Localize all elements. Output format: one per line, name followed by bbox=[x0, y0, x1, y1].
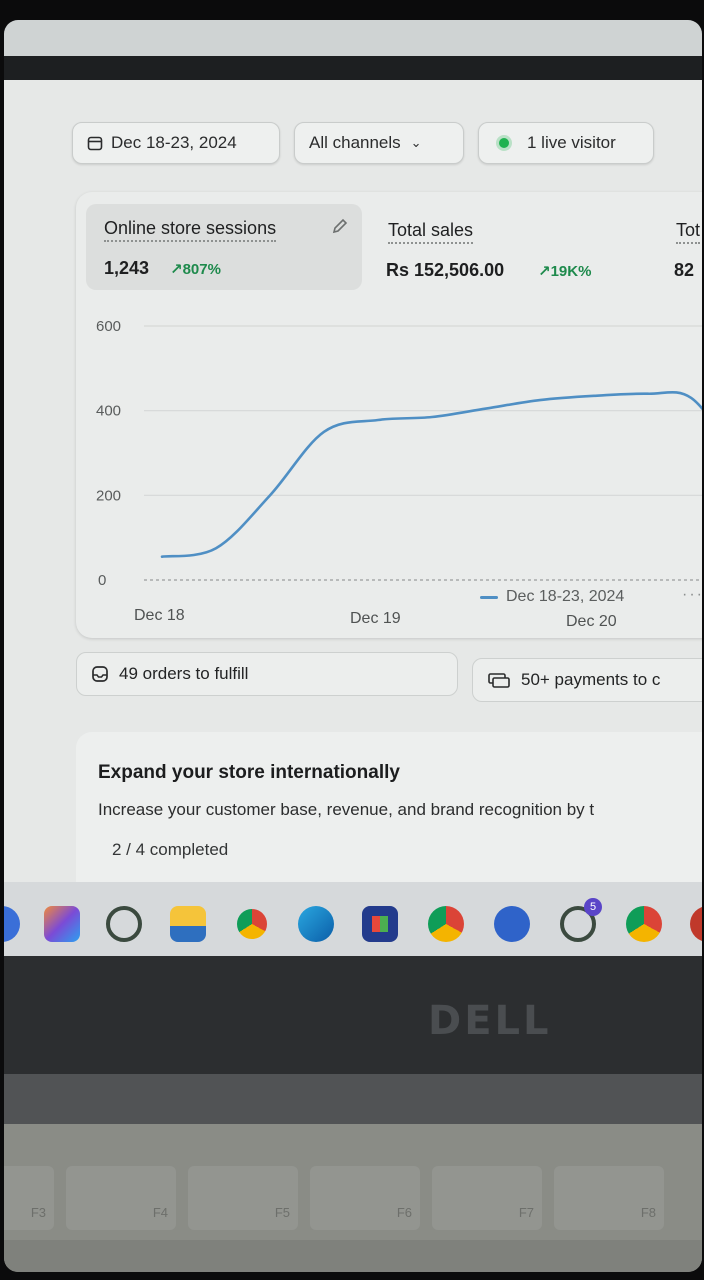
copilot-icon[interactable] bbox=[44, 906, 80, 942]
key-f5: F5 bbox=[188, 1166, 298, 1230]
expand-internationally-card[interactable]: Expand your store internationally Increa… bbox=[76, 732, 702, 900]
x-tick-label: Dec 18 bbox=[134, 607, 185, 624]
live-visitor-button[interactable]: 1 live visitor bbox=[478, 122, 654, 164]
date-range-label: Dec 18-23, 2024 bbox=[111, 133, 237, 152]
laptop-hinge bbox=[4, 1074, 702, 1130]
chevron-down-icon: ⌄ bbox=[410, 135, 422, 150]
edge-icon[interactable] bbox=[298, 906, 334, 942]
key-f6: F6 bbox=[310, 1166, 420, 1230]
x-tick-label: Dec 20 bbox=[566, 613, 617, 630]
live-dot-icon bbox=[499, 138, 509, 148]
chrome-profile-icon[interactable] bbox=[428, 906, 464, 942]
photo-frame: Dec 18-23, 2024 All channels ⌄ 1 live vi… bbox=[4, 20, 702, 1272]
y-tick-label: 0 bbox=[98, 572, 106, 589]
sessions-line-chart: 0 200 400 600 Dec 18 Dec 19 Dec 20 bbox=[96, 318, 702, 630]
start-icon[interactable] bbox=[4, 906, 20, 942]
live-visitor-label: 1 live visitor bbox=[527, 133, 616, 152]
orders-label: 49 orders to fulfill bbox=[119, 664, 249, 683]
legend-comparison-icon: ··· bbox=[682, 586, 702, 603]
store-icon[interactable] bbox=[362, 906, 398, 942]
chrome-blue-icon[interactable] bbox=[494, 906, 530, 942]
x-tick-label: Dec 19 bbox=[350, 610, 401, 627]
laptop-keyboard: F3 F4 F5 F6 F7 F8 bbox=[4, 1124, 702, 1272]
notification-badge: 5 bbox=[584, 898, 602, 916]
chrome-icon[interactable] bbox=[234, 906, 270, 942]
payments-label: 50+ payments to c bbox=[521, 670, 661, 689]
metrics-card: Online store sessions 1,243 ↗807% Total … bbox=[76, 192, 702, 638]
y-tick-label: 600 bbox=[96, 318, 121, 335]
calendar-icon bbox=[87, 136, 103, 151]
overflow-app-icon[interactable] bbox=[690, 906, 702, 942]
key-f7: F7 bbox=[432, 1166, 542, 1230]
key-f4: F4 bbox=[66, 1166, 176, 1230]
keyboard-lower-row bbox=[4, 1240, 702, 1272]
store-logo-icon bbox=[372, 916, 388, 932]
expand-progress: 2 / 4 completed bbox=[112, 840, 229, 859]
key-f3: F3 bbox=[4, 1166, 54, 1230]
channels-dropdown[interactable]: All channels ⌄ bbox=[294, 122, 464, 164]
y-tick-label: 400 bbox=[96, 403, 121, 420]
whatsapp-business-icon[interactable]: 5 bbox=[560, 898, 602, 942]
payments-button[interactable]: 50+ payments to c bbox=[472, 658, 702, 702]
legend-line-icon bbox=[480, 595, 498, 599]
channels-label: All channels bbox=[309, 133, 401, 152]
expand-description: Increase your customer base, revenue, an… bbox=[98, 800, 595, 819]
date-range-button[interactable]: Dec 18-23, 2024 bbox=[72, 122, 280, 164]
cash-icon bbox=[488, 673, 510, 688]
y-tick-label: 200 bbox=[96, 487, 121, 504]
chart-legend: Dec 18-23, 2024 bbox=[480, 588, 624, 606]
chrome-extra-icon[interactable] bbox=[626, 906, 662, 942]
file-explorer-icon[interactable] bbox=[170, 906, 206, 942]
expand-title: Expand your store internationally bbox=[98, 762, 400, 783]
inbox-icon bbox=[92, 666, 108, 682]
legend-label: Dec 18-23, 2024 bbox=[506, 588, 625, 605]
laptop-bezel-bottom bbox=[4, 956, 702, 1074]
key-f8: F8 bbox=[554, 1166, 664, 1230]
series-line bbox=[160, 390, 702, 559]
whatsapp-icon[interactable] bbox=[106, 906, 142, 942]
orders-to-fulfill-button[interactable]: 49 orders to fulfill bbox=[76, 652, 458, 696]
analytics-screen: Dec 18-23, 2024 All channels ⌄ 1 live vi… bbox=[4, 80, 702, 900]
dell-logo: DELL bbox=[428, 998, 552, 1044]
